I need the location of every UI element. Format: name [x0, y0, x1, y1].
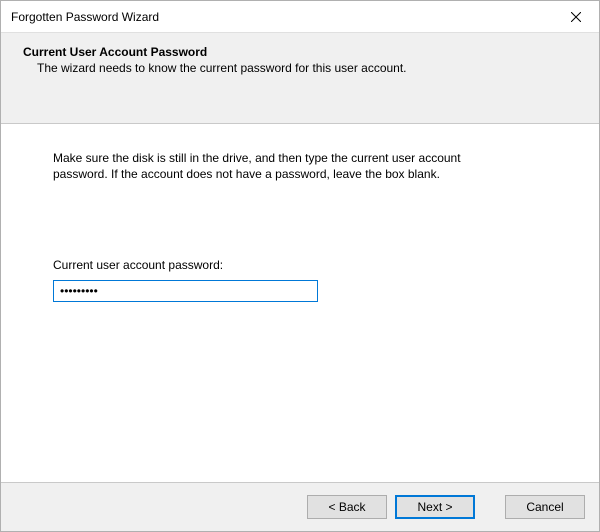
back-button[interactable]: < Back [307, 495, 387, 519]
wizard-body: Make sure the disk is still in the drive… [1, 124, 599, 482]
close-button[interactable] [553, 1, 599, 33]
button-spacer [483, 495, 497, 519]
next-button[interactable]: Next > [395, 495, 475, 519]
password-input[interactable] [53, 280, 318, 302]
titlebar: Forgotten Password Wizard [1, 1, 599, 33]
password-label: Current user account password: [53, 258, 547, 272]
close-icon [571, 12, 581, 22]
page-subtitle: The wizard needs to know the current pas… [37, 61, 577, 75]
cancel-button[interactable]: Cancel [505, 495, 585, 519]
page-title: Current User Account Password [23, 45, 577, 59]
wizard-footer: < Back Next > Cancel [1, 482, 599, 531]
wizard-window: Forgotten Password Wizard Current User A… [0, 0, 600, 532]
wizard-header: Current User Account Password The wizard… [1, 33, 599, 124]
window-title: Forgotten Password Wizard [11, 10, 159, 24]
instructions-text: Make sure the disk is still in the drive… [53, 150, 483, 182]
